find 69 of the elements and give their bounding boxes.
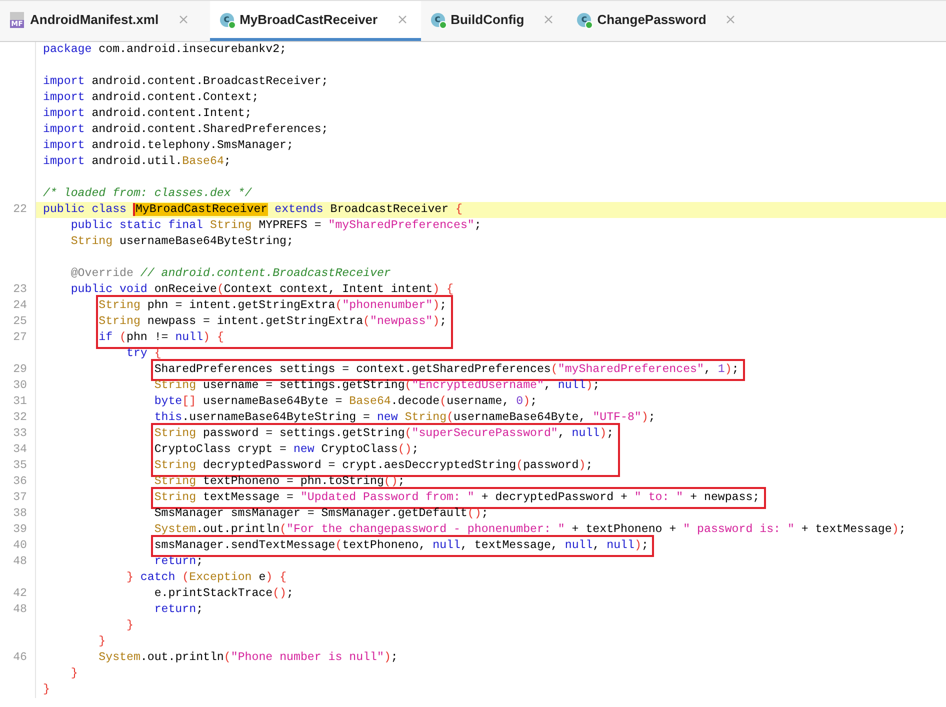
code-line: SmsManager smsManager = SmsManager.getDefault(); xyxy=(154,506,488,522)
line-number: 38 xyxy=(13,507,28,520)
line-number: 34 xyxy=(13,443,28,456)
line-number: 30 xyxy=(13,379,28,392)
code-line: SharedPreferences settings = context.getSharedPreferences("mySharedPreferences", 1); xyxy=(154,363,739,376)
code-line: smsManager.sendTextMessage(textPhoneno, null, textMessage, null, null); xyxy=(154,539,648,552)
line-number: 42 xyxy=(13,587,28,600)
code-line: } xyxy=(98,634,106,650)
line-number: 25 xyxy=(13,315,28,328)
close-icon[interactable] xyxy=(178,15,188,24)
code-line: String phn = intent.getStringExtra("phonenumber"); xyxy=(98,299,447,312)
code-line: String decryptedPassword = crypt.aesDeccryptedString(password); xyxy=(154,459,593,472)
code-line: import android.content.BroadcastReceiver; xyxy=(43,74,328,90)
code-line: public static final String MYPREFS = "mySharedPreferences"; xyxy=(70,218,482,234)
code-line: return; xyxy=(154,602,204,618)
code-line: String usernameBase64ByteString; xyxy=(70,234,294,250)
code-line: if (phn != null) { xyxy=(98,331,224,344)
code-line: String username = settings.getString("EncryptedUsername", null); xyxy=(154,378,600,394)
line-number: 31 xyxy=(13,395,28,408)
code-line: @Override // android.content.BroadcastReceiver xyxy=(70,266,391,282)
line-number: 23 xyxy=(13,283,28,296)
line-number: 46 xyxy=(13,651,28,664)
line-number: 33 xyxy=(13,427,28,440)
line-number: 37 xyxy=(13,491,28,504)
line-number: 36 xyxy=(13,475,28,488)
code-line: } catch (Exception e) { xyxy=(126,570,287,586)
line-number: 29 xyxy=(13,363,28,376)
class-icon: c xyxy=(220,12,234,26)
code-line: CryptoClass crypt = new CryptoClass(); xyxy=(154,443,419,456)
editor-tab[interactable]: c MyBroadCastReceiver xyxy=(210,1,421,41)
line-number: 32 xyxy=(13,411,28,424)
line-number: 39 xyxy=(13,523,28,536)
class-icon: c xyxy=(430,12,445,26)
code-line: public void onReceive(Context context, Intent intent) { xyxy=(70,282,454,298)
code-line: System.out.println("Phone number is null"); xyxy=(98,650,398,666)
code-line: import android.content.Context; xyxy=(43,90,259,106)
code-line: /* loaded from: classes.dex */ xyxy=(43,186,252,202)
code-line: public class MyBroadCastReceiver extends BroadcastReceiver { xyxy=(43,202,462,218)
line-number: 48 xyxy=(13,555,28,568)
code-line: import android.content.Intent; xyxy=(43,106,252,122)
code-line: System.out.println("For the changepassword - phonenumber: " + textPhoneno + " password is: " + textMessage); xyxy=(154,522,906,538)
code-line: byte[] usernameBase64Byte = Base64.decode(username, 0); xyxy=(154,394,538,410)
line-number: 24 xyxy=(13,299,28,312)
code-line: String textPhoneno = phn.toString(); xyxy=(154,474,405,490)
code-line: import android.util.Base64; xyxy=(43,154,231,170)
code-line: String password = settings.getString("superSecurePassword", null); xyxy=(154,427,614,440)
editor-tab[interactable]: c BuildConfig xyxy=(428,1,568,41)
close-icon[interactable] xyxy=(398,15,407,24)
code-line: } xyxy=(43,682,50,698)
line-number: 27 xyxy=(13,331,28,344)
close-icon[interactable] xyxy=(544,15,554,24)
code-line: import android.content.SharedPreferences; xyxy=(43,122,328,138)
code-line: String newpass = intent.getStringExtra("newpass"); xyxy=(98,315,447,328)
line-number: 48 xyxy=(13,603,28,616)
editor-tab[interactable]: c ChangePassword xyxy=(575,1,750,41)
code-line: package com.android.insecurebankv2; xyxy=(43,42,287,58)
code-line: import android.telephony.SmsManager; xyxy=(43,138,294,154)
code-line: return; xyxy=(154,554,204,570)
line-number: 35 xyxy=(13,459,28,472)
code-line: this.usernameBase64ByteString = new String(usernameBase64Byte, "UTF-8"); xyxy=(154,410,656,426)
code-line: String textMessage = "Updated Password from: " + decryptedPassword + " to: " + newpass; xyxy=(154,491,760,504)
line-number: 22 xyxy=(13,203,28,216)
code-line: try { xyxy=(126,346,162,362)
code-line: } xyxy=(126,618,134,634)
code-line: } xyxy=(70,666,78,682)
code-line: e.printStackTrace(); xyxy=(154,586,294,602)
close-icon[interactable] xyxy=(726,15,736,24)
class-icon: c xyxy=(577,12,592,26)
line-number: 40 xyxy=(13,539,28,552)
